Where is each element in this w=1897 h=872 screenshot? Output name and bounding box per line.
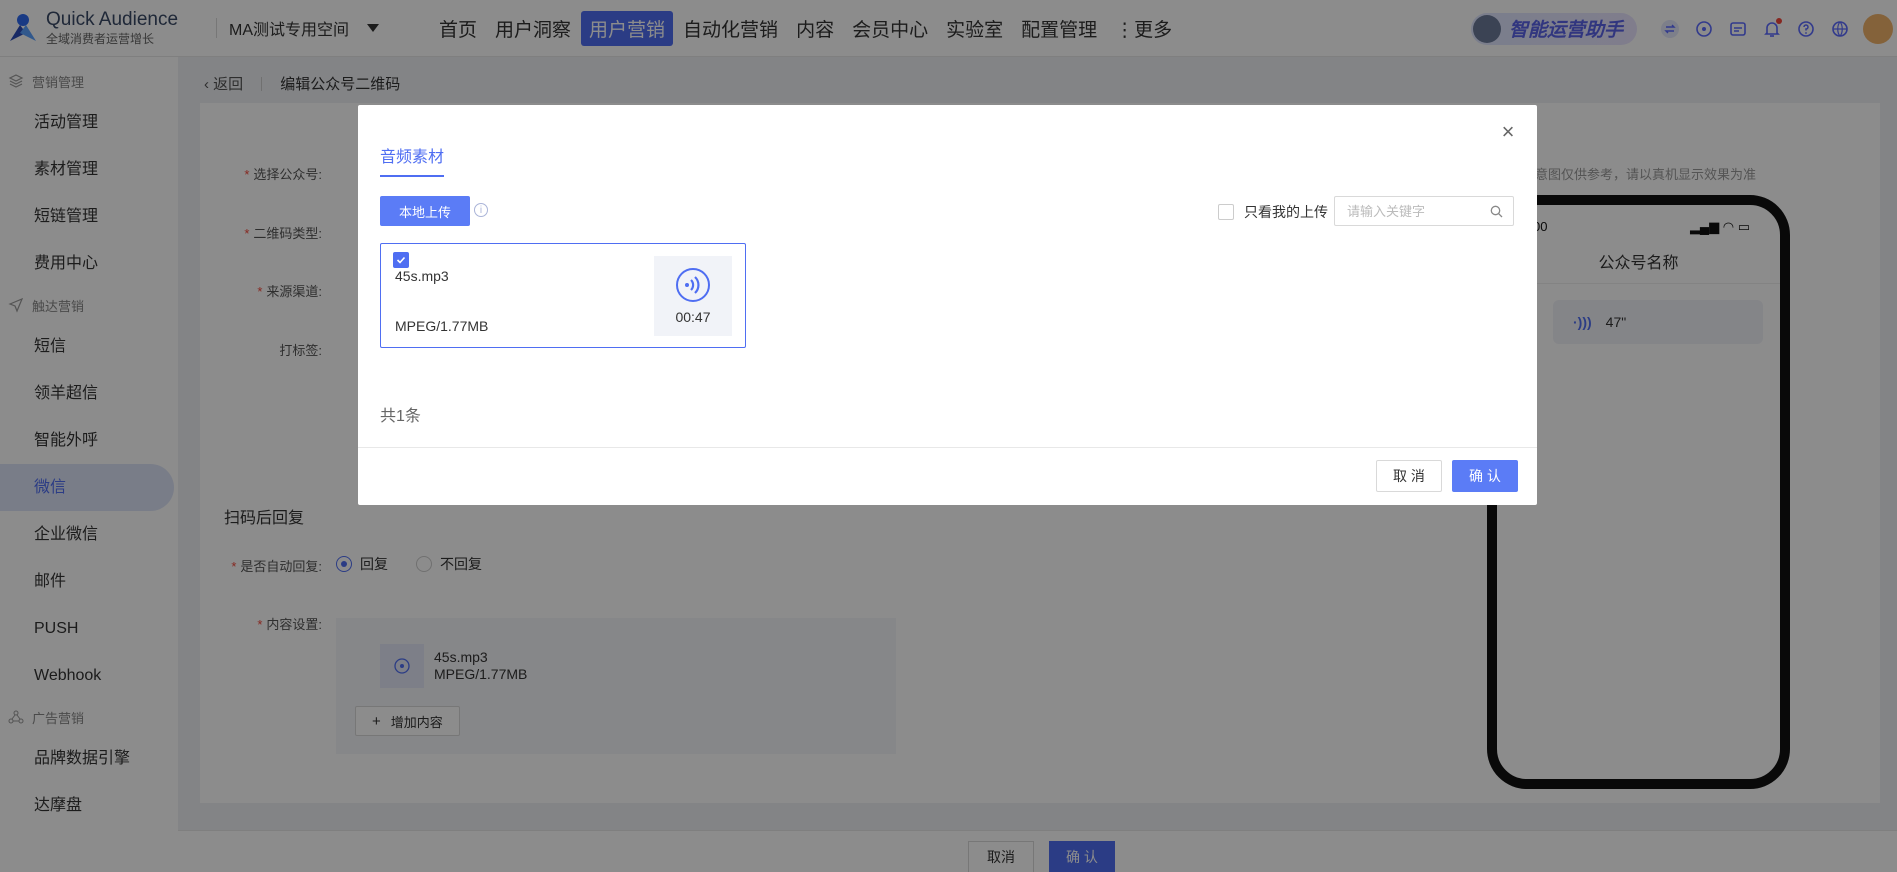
tab-audio-material[interactable]: 音频素材 [380,143,445,177]
total-count: 共1条 [380,408,421,425]
audio-material-dialog: × 音频素材 本地上传 i 只看我的上传 45s.mp3 MPEG/1.77MB… [358,105,1537,505]
audio-wave-icon [676,268,710,302]
close-icon[interactable]: × [1499,121,1517,143]
audio-thumbnail: 00:47 [654,256,732,336]
file-duration: 00:47 [675,309,711,325]
modal-confirm-button[interactable]: 确 认 [1452,460,1518,492]
file-checkbox-checked[interactable] [393,252,409,268]
info-icon[interactable]: i [474,203,488,217]
audio-file-card[interactable]: 45s.mp3 MPEG/1.77MB 00:47 [380,243,746,348]
search-input[interactable] [1347,203,1487,219]
file-info: MPEG/1.77MB [395,318,489,334]
search-icon[interactable] [1490,205,1503,218]
only-mine-checkbox[interactable] [1218,204,1234,220]
only-mine-label: 只看我的上传 [1244,204,1328,220]
check-icon [396,256,406,264]
search-box [1334,196,1514,226]
file-name: 45s.mp3 [395,268,449,284]
only-mine-filter[interactable]: 只看我的上传 [1218,202,1328,222]
local-upload-button[interactable]: 本地上传 [380,196,470,226]
modal-cancel-button[interactable]: 取 消 [1376,460,1442,492]
divider [358,447,1537,448]
